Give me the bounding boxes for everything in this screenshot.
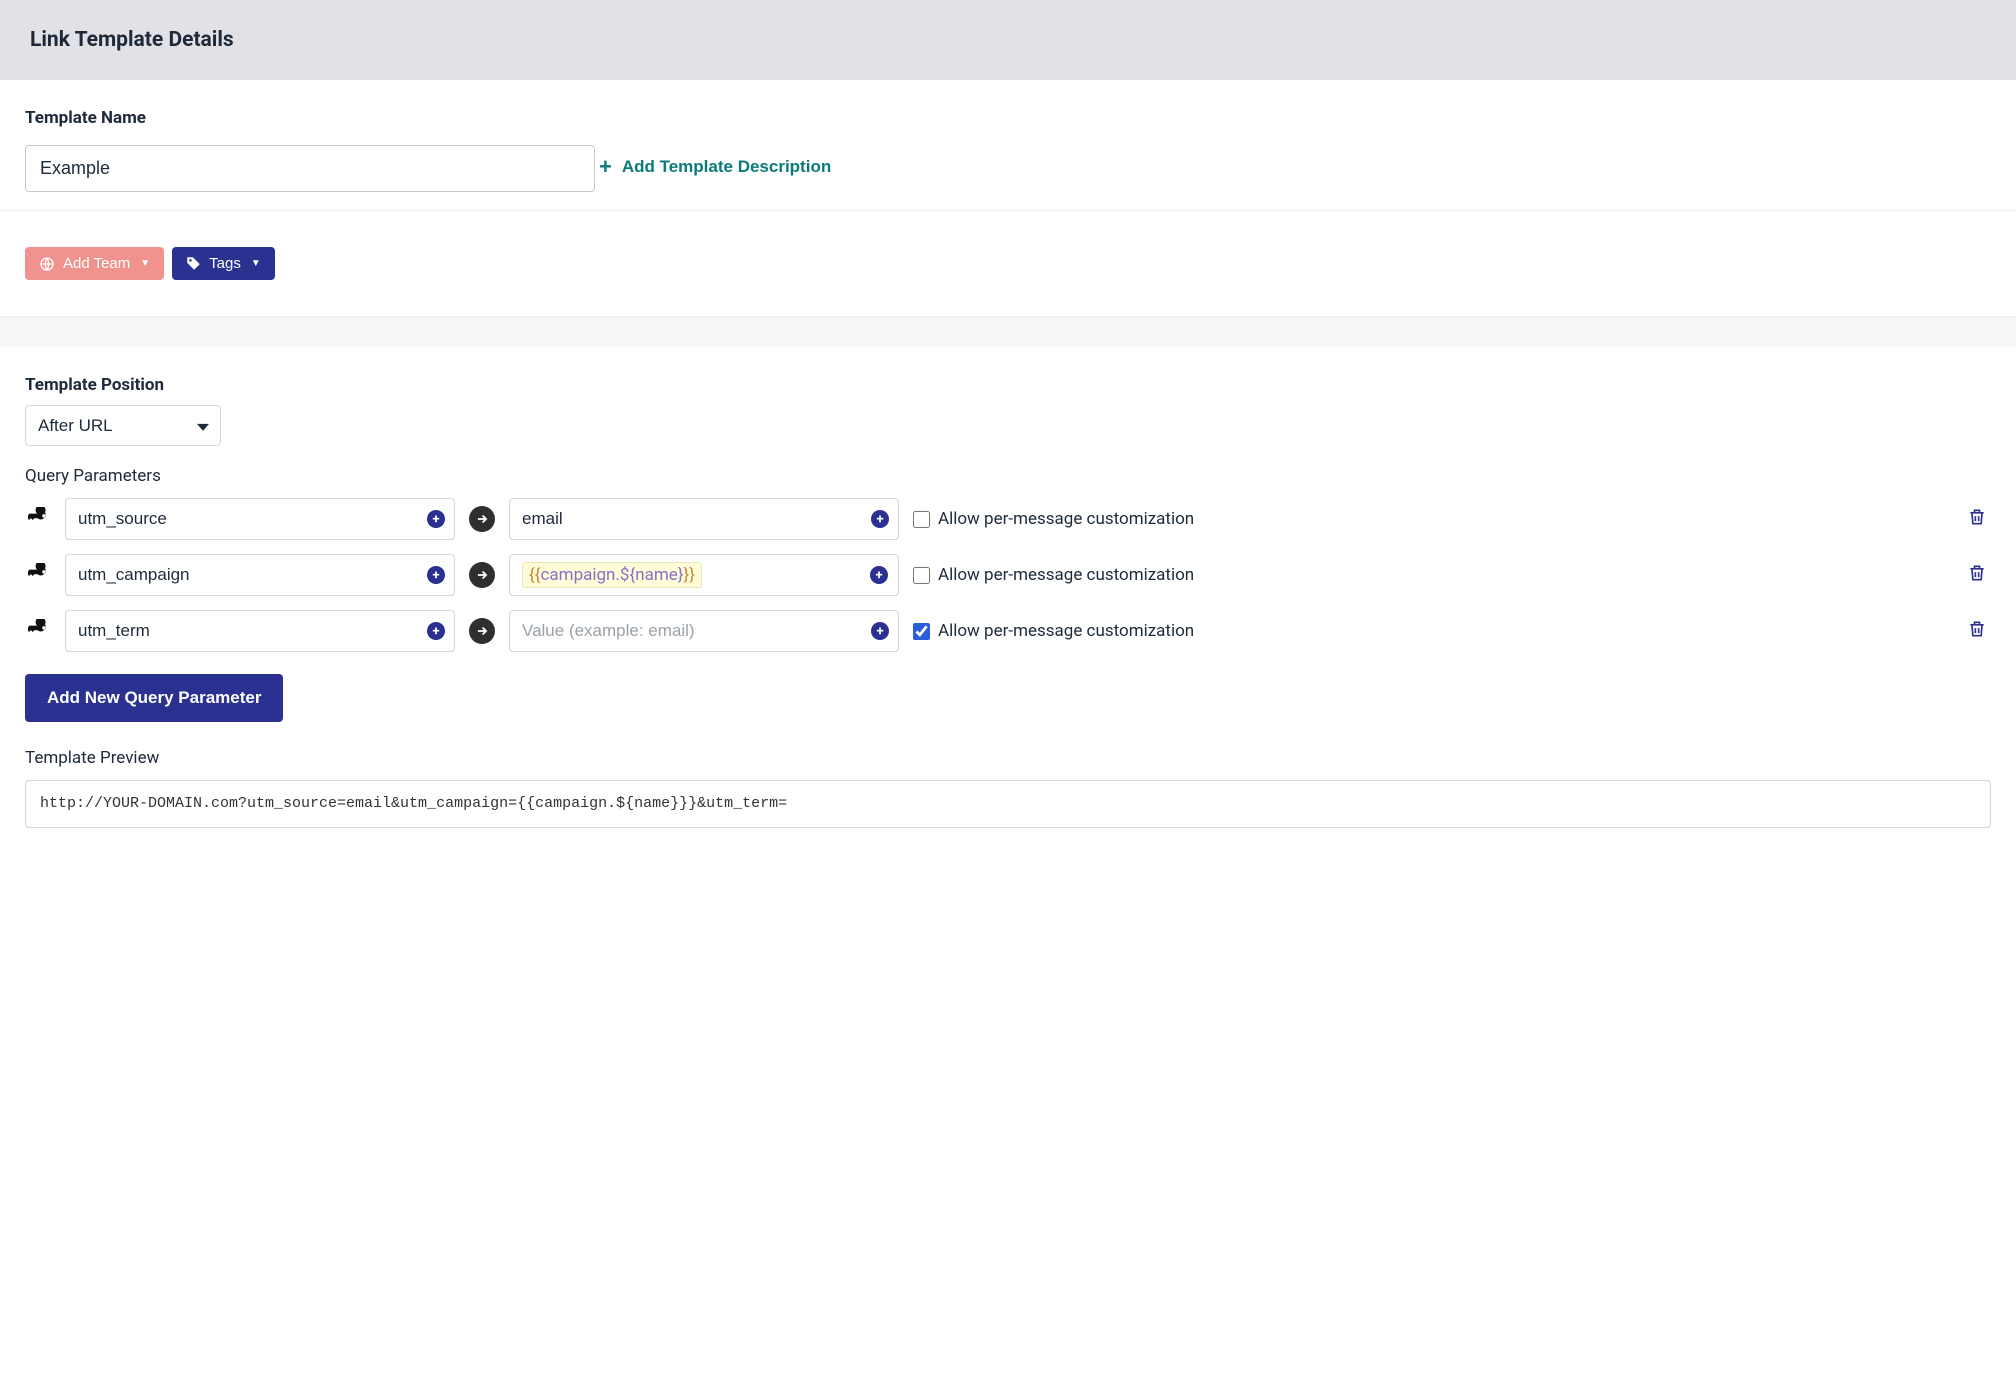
allow-customization-label[interactable]: Allow per-message customization (913, 509, 1194, 529)
template-preview-label: Template Preview (25, 748, 1991, 768)
tags-button[interactable]: Tags ▼ (172, 247, 275, 280)
trash-icon[interactable] (1967, 563, 1991, 587)
plus-circle-icon[interactable]: + (870, 566, 888, 584)
param-key-input[interactable] (65, 610, 455, 652)
template-preview-box: http://YOUR-DOMAIN.com?utm_source=email&… (25, 780, 1991, 828)
template-name-label: Template Name (25, 108, 1991, 128)
page-title: Link Template Details (30, 28, 1986, 52)
tags-label: Tags (209, 255, 241, 272)
allow-customization-text: Allow per-message customization (938, 509, 1194, 529)
template-preview-group: Template Preview http://YOUR-DOMAIN.com?… (25, 748, 1991, 828)
plus-circle-icon[interactable]: + (871, 510, 889, 528)
template-name-section: Template Name + Add Template Description (0, 80, 2016, 211)
add-query-parameter-button[interactable]: Add New Query Parameter (25, 674, 283, 722)
query-parameters-rows: ++Allow per-message customization+{{camp… (25, 498, 1991, 652)
query-param-row: + + Allow per-message customization (25, 498, 1991, 540)
add-template-description-button[interactable]: + Add Template Description (599, 156, 831, 178)
tag-icon (186, 256, 201, 271)
add-team-button[interactable]: Add Team ▼ (25, 247, 164, 280)
param-key-wrap: + (65, 610, 455, 652)
plus-circle-icon[interactable]: + (427, 566, 445, 584)
param-key-input[interactable] (65, 554, 455, 596)
template-position-group: Template Position After URL (25, 375, 1991, 446)
param-key-wrap: + (65, 498, 455, 540)
allow-customization-checkbox[interactable] (913, 623, 930, 640)
plus-icon: + (599, 156, 612, 178)
allow-customization-text: Allow per-message customization (938, 565, 1194, 585)
arrow-right-icon (469, 618, 495, 644)
param-value-input[interactable] (509, 498, 899, 540)
add-team-label: Add Team (63, 255, 130, 272)
query-parameters-label: Query Parameters (25, 466, 1991, 486)
query-param-row: + {{campaign.${name}}} + Allow per-message … (25, 554, 1991, 596)
param-key-input[interactable] (65, 498, 455, 540)
liquid-token: {{campaign.${name}}} (522, 562, 702, 588)
allow-customization-checkbox[interactable] (913, 567, 930, 584)
template-position-select[interactable]: After URL (25, 405, 221, 446)
plus-circle-icon[interactable]: + (871, 622, 889, 640)
add-template-description-label: Add Template Description (622, 157, 831, 177)
template-position-select-wrap: After URL (25, 405, 221, 446)
key-icon (25, 563, 51, 587)
param-value-wrap: + (509, 610, 899, 652)
caret-down-icon: ▼ (251, 258, 261, 269)
tag-team-row: Add Team ▼ Tags ▼ (0, 211, 2016, 317)
trash-icon[interactable] (1967, 619, 1991, 643)
allow-customization-checkbox[interactable] (913, 511, 930, 528)
param-value-wrap: + (509, 498, 899, 540)
trash-icon[interactable] (1967, 507, 1991, 531)
caret-down-icon: ▼ (140, 258, 150, 269)
param-key-wrap: + (65, 554, 455, 596)
param-value-display[interactable]: {{campaign.${name}}} + (509, 554, 899, 596)
template-position-label: Template Position (25, 375, 1991, 395)
allow-customization-text: Allow per-message customization (938, 621, 1194, 641)
header-bar: Link Template Details (0, 0, 2016, 80)
key-icon (25, 619, 51, 643)
key-icon (25, 507, 51, 531)
template-body-section: Template Position After URL Query Parame… (0, 347, 2016, 888)
plus-circle-icon[interactable]: + (427, 510, 445, 528)
query-param-row: + + Allow per-message customization (25, 610, 1991, 652)
allow-customization-label[interactable]: Allow per-message customization (913, 621, 1194, 641)
section-divider (0, 317, 2016, 347)
template-name-input[interactable] (25, 145, 595, 192)
arrow-right-icon (469, 506, 495, 532)
allow-customization-label[interactable]: Allow per-message customization (913, 565, 1194, 585)
query-parameters-group: Query Parameters + + Allow per-message cus… (25, 466, 1991, 722)
param-value-input[interactable] (509, 610, 899, 652)
arrow-right-icon (469, 562, 495, 588)
globe-icon (39, 256, 55, 272)
plus-circle-icon[interactable]: + (427, 622, 445, 640)
